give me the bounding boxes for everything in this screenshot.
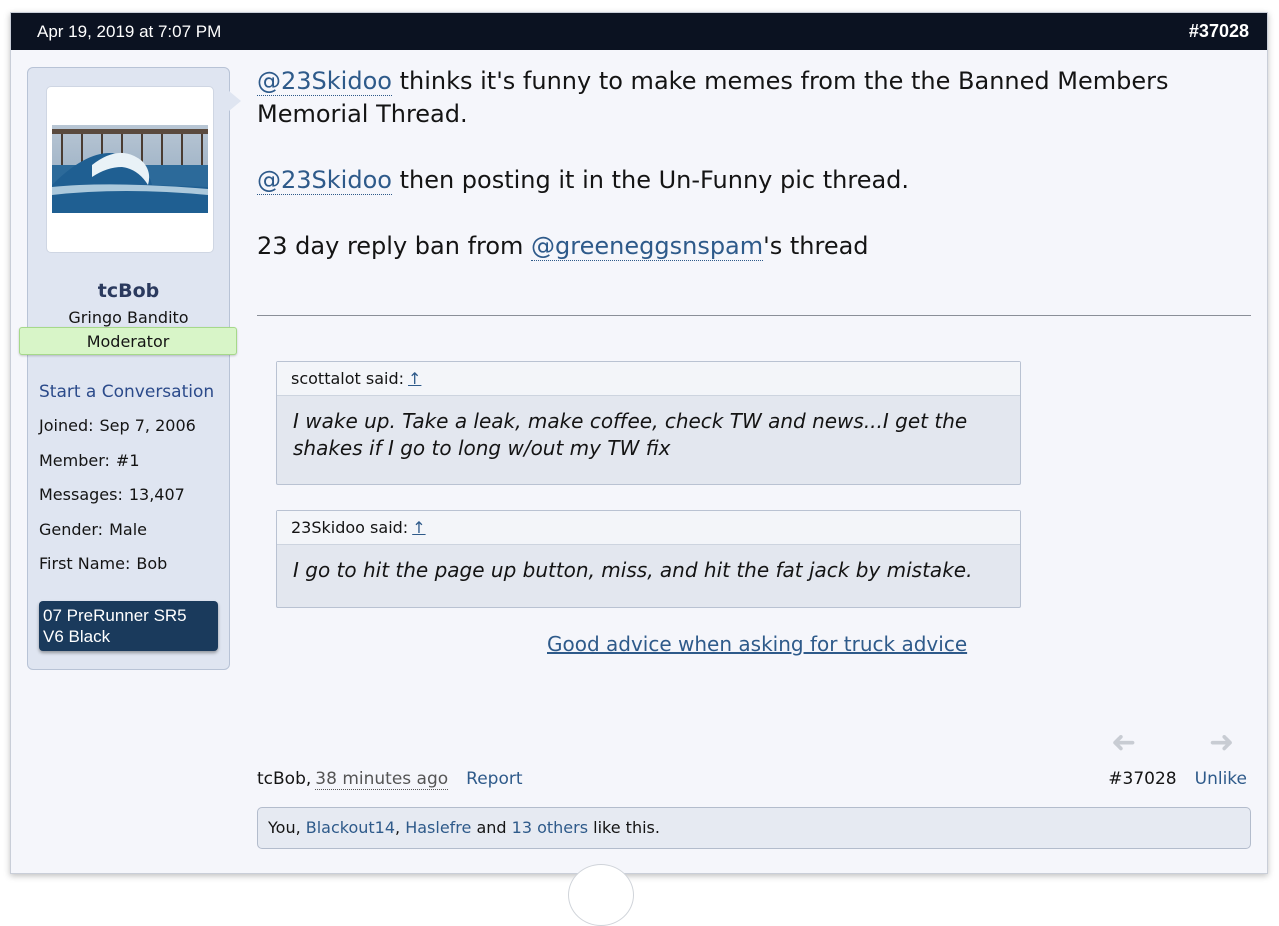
stat-joined: Joined: Sep 7, 2006 xyxy=(39,416,196,435)
mention-link[interactable]: @23Skidoo xyxy=(257,166,392,195)
mention-link[interactable]: @23Skidoo xyxy=(257,67,392,96)
unlike-button[interactable]: Unlike xyxy=(1195,769,1247,789)
start-conversation-link[interactable]: Start a Conversation xyxy=(39,382,214,402)
user-title: Gringo Bandito xyxy=(68,308,189,327)
quote-block: 23Skidoo said: ↑ I go to hit the page up … xyxy=(276,510,1021,608)
avatar[interactable] xyxy=(46,86,214,253)
quote-jump-link[interactable]: ↑ xyxy=(408,369,421,388)
user-panel-arrow xyxy=(229,91,241,111)
post-footer-meta: tcBob, 38 minutes ago Report xyxy=(257,769,523,790)
footer-author[interactable]: tcBob, xyxy=(257,769,311,789)
stat-messages: Messages: 13,407 xyxy=(39,485,185,504)
message-paragraph-3: 23 day reply ban from @greeneggsnspam's … xyxy=(257,232,869,261)
message-paragraph-2: @23Skidoo then posting it in the Un-Funn… xyxy=(257,166,910,195)
scroll-top-button[interactable] xyxy=(568,864,634,926)
arrow-right-icon[interactable]: ➜ xyxy=(1209,725,1234,760)
post-footer-actions: #37028 Unlike xyxy=(1108,769,1247,789)
post-time[interactable]: 38 minutes ago xyxy=(315,769,449,790)
post-number-link[interactable]: #37028 xyxy=(1108,769,1176,789)
arrow-left-icon[interactable]: ➜ xyxy=(1111,725,1136,760)
quote-jump-link[interactable]: ↑ xyxy=(412,518,425,537)
likes-summary: You, Blackout14, Haslefre and 13 others … xyxy=(257,807,1251,849)
quote-text: I wake up. Take a leak, make coffee, che… xyxy=(293,409,968,460)
liker-link[interactable]: Blackout14 xyxy=(306,818,395,837)
avatar-image xyxy=(52,125,208,213)
others-link[interactable]: 13 others xyxy=(512,818,588,837)
quote-text: I go to hit the page up button, miss, an… xyxy=(293,558,973,582)
stat-first-name: First Name: Bob xyxy=(39,554,168,573)
message-paragraph-1: @23Skidoo thinks it's funny to make meme… xyxy=(257,67,1169,128)
quote-author: 23Skidoo said: xyxy=(291,518,409,537)
post-date[interactable]: Apr 19, 2019 at 7:07 PM xyxy=(37,22,221,42)
liker-link[interactable]: Haslefre xyxy=(405,818,471,837)
username[interactable]: tcBob xyxy=(28,280,229,302)
mention-link[interactable]: @greeneggsnspam xyxy=(531,232,764,261)
signature-divider xyxy=(257,315,1251,316)
quote-author: scottalot said: xyxy=(291,369,404,388)
report-link[interactable]: Report xyxy=(466,769,522,789)
signature-link[interactable]: Good advice when asking for truck advice xyxy=(547,632,967,656)
quote-header: scottalot said: ↑ xyxy=(277,362,1020,396)
post-container: Apr 19, 2019 at 7:07 PM #37028 tcBob Gri… xyxy=(10,12,1268,874)
user-truck-badge: 07 PreRunner SR5 V6 Black xyxy=(39,601,218,651)
stat-member: Member: #1 xyxy=(39,451,140,470)
post-permalink[interactable]: #37028 xyxy=(1189,21,1249,42)
message-body: @23Skidoo thinks it's funny to make meme… xyxy=(257,65,1217,263)
post-header: Apr 19, 2019 at 7:07 PM #37028 xyxy=(11,13,1267,50)
stat-gender: Gender: Male xyxy=(39,520,147,539)
quote-block: scottalot said: ↑ I wake up. Take a leak,… xyxy=(276,361,1021,485)
moderator-banner: Moderator xyxy=(19,327,237,355)
quote-header: 23Skidoo said: ↑ xyxy=(277,511,1020,545)
user-info-panel: tcBob Gringo Bandito Moderator Start a C… xyxy=(19,67,237,670)
